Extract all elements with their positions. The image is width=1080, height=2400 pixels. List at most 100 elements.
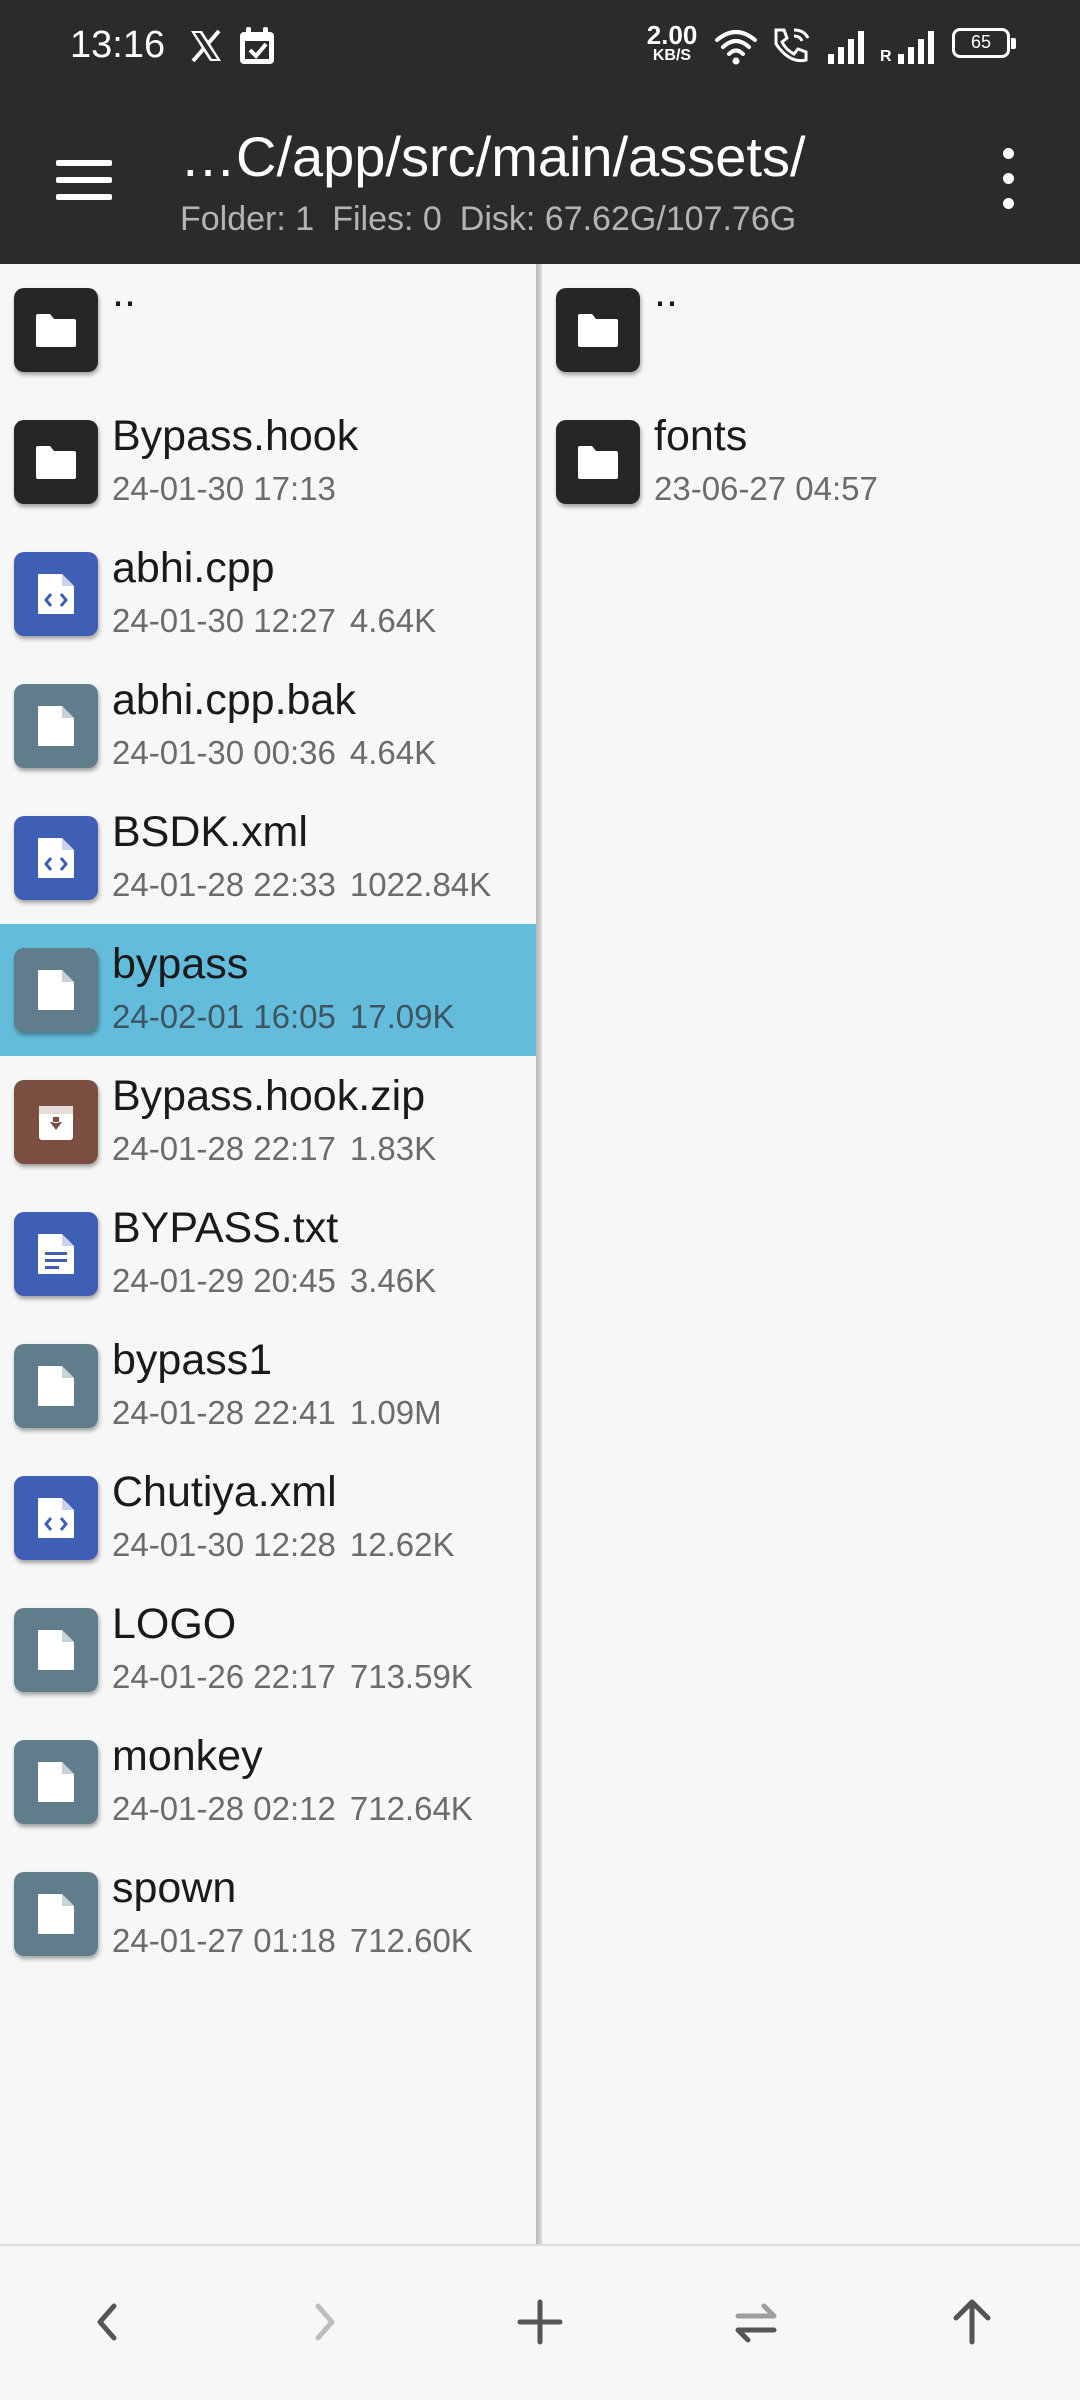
item-meta: 24-01-30 17:13 [112,470,336,508]
current-path: …C/app/src/main/assets/ [180,125,806,188]
battery-level: 65 [970,32,992,52]
folder-row[interactable]: Bypass.hook 24-01-30 17:13 [0,396,536,528]
item-name: Bypass.hook [112,412,359,460]
item-date: 24-01-28 22:17 [112,1130,336,1167]
left-file-pane[interactable]: .. Bypass.hook 24-01-30 17:13 abhi.cpp 24-01… [0,264,536,2244]
item-date: 24-01-26 22:17 [112,1658,336,1695]
file-icon [14,948,98,1032]
swap-panes-icon [735,2303,777,2343]
file-icon [14,1872,98,1956]
back-icon [97,2303,117,2341]
item-date: 24-01-28 22:33 [112,866,336,903]
item-meta: 24-01-27 01:18 712.60K [112,1922,473,1960]
file-row[interactable]: spown 24-01-27 01:18 712.60K [0,1848,536,1980]
parent-directory-row[interactable]: .. [0,264,536,396]
file-icon [14,684,98,768]
archive-icon [14,1080,98,1164]
item-size: 712.60K [349,1922,473,1959]
roaming-indicator: R [880,48,892,65]
item-date: 24-01-30 17:13 [112,470,336,507]
file-row[interactable]: LOGO 24-01-26 22:17 713.59K [0,1584,536,1716]
item-size: 712.64K [349,1790,473,1827]
swap-panes-button[interactable] [726,2292,786,2352]
signal-icon [828,31,864,64]
item-date: 23-06-27 04:57 [654,470,878,507]
folder-icon [14,288,98,372]
item-meta: 24-01-28 22:33 1022.84K [112,866,491,904]
more-options-button[interactable] [990,146,1026,212]
parent-directory-row[interactable]: .. [542,264,1080,396]
file-row[interactable]: BSDK.xml 24-01-28 22:33 1022.84K [0,792,536,924]
code-file-icon [14,552,98,636]
right-file-pane[interactable]: .. fonts 23-06-27 04:57 [542,264,1080,2244]
file-row[interactable]: monkey 24-01-28 02:12 712.64K [0,1716,536,1848]
item-name: bypass1 [112,1336,273,1384]
status-bar: 13:16 2.00 KB/S R 65 [0,0,1080,96]
x-icon [191,29,221,63]
status-time: 13:16 [70,24,166,66]
add-button[interactable] [510,2292,570,2352]
bottom-toolbar [0,2244,1080,2400]
file-row[interactable]: bypass 24-02-01 16:05 17.09K [0,924,536,1056]
file-count: Files: 0 [332,200,442,238]
item-meta: 24-01-28 02:12 712.64K [112,1790,473,1828]
folder-count: Folder: 1 [180,200,315,238]
item-meta: 24-01-29 20:45 3.46K [112,1262,436,1300]
file-row[interactable]: Chutiya.xml 24-01-30 12:28 12.62K [0,1452,536,1584]
forward-icon [315,2303,335,2341]
item-size: 4.64K [349,602,437,639]
network-speed-value: 2.00 [646,20,698,50]
code-file-icon [14,816,98,900]
up-directory-icon [953,2299,991,2345]
item-date: 24-01-30 00:36 [112,734,336,771]
item-meta: 24-01-28 22:17 1.83K [112,1130,436,1168]
network-speed: 2.00 KB/S [644,22,700,64]
signal-roaming-icon [898,31,934,64]
calendar-icon [240,27,274,64]
file-icon [14,1608,98,1692]
file-row[interactable]: abhi.cpp 24-01-30 12:27 4.64K [0,528,536,660]
file-row[interactable]: BYPASS.txt 24-01-29 20:45 3.46K [0,1188,536,1320]
menu-button[interactable] [50,150,118,210]
item-meta: 24-01-26 22:17 713.59K [112,1658,473,1696]
item-size: 17.09K [349,998,455,1035]
file-row[interactable]: Bypass.hook.zip 24-01-28 22:17 1.83K [0,1056,536,1188]
add-icon [517,2299,563,2345]
back-button[interactable] [78,2292,138,2352]
item-date: 24-01-28 22:41 [112,1394,336,1431]
file-row[interactable]: bypass1 24-01-28 22:41 1.09M [0,1320,536,1452]
item-size: 1.09M [349,1394,442,1431]
item-name: BSDK.xml [112,808,308,856]
file-icon [14,1740,98,1824]
folder-icon [14,420,98,504]
item-size: 3.46K [349,1262,437,1299]
item-date: 24-01-30 12:27 [112,602,336,639]
file-row[interactable]: abhi.cpp.bak 24-01-30 00:36 4.64K [0,660,536,792]
item-size: 1022.84K [349,866,492,903]
item-name: abhi.cpp.bak [112,676,356,724]
item-name: LOGO [112,1600,237,1648]
item-meta: 24-01-28 22:41 1.09M [112,1394,442,1432]
code-file-icon [14,1476,98,1560]
item-name: abhi.cpp [112,544,275,592]
item-name: spown [112,1864,237,1912]
item-date: 24-01-30 12:28 [112,1526,336,1563]
app-bar: …C/app/src/main/assets/ Folder: 1 Files: … [0,96,1080,264]
item-name: Chutiya.xml [112,1468,337,1516]
forward-button[interactable] [294,2292,354,2352]
item-name: Bypass.hook.zip [112,1072,426,1120]
item-name: fonts [654,412,748,460]
item-name: bypass [112,940,249,988]
item-size: 4.64K [349,734,437,771]
item-size: 12.62K [349,1526,455,1563]
folder-info: Folder: 1 Files: 0 Disk: 67.62G/107.76G [180,200,814,239]
item-name: .. [112,268,136,316]
wifi-call-icon [774,28,810,63]
item-meta: 24-02-01 16:05 17.09K [112,998,454,1036]
wifi-icon [715,30,757,65]
up-directory-button[interactable] [942,2292,1002,2352]
network-speed-unit: KB/S [652,47,692,64]
folder-row[interactable]: fonts 23-06-27 04:57 [542,396,1080,528]
item-meta: 24-01-30 00:36 4.64K [112,734,436,772]
item-meta: 24-01-30 12:27 4.64K [112,602,436,640]
